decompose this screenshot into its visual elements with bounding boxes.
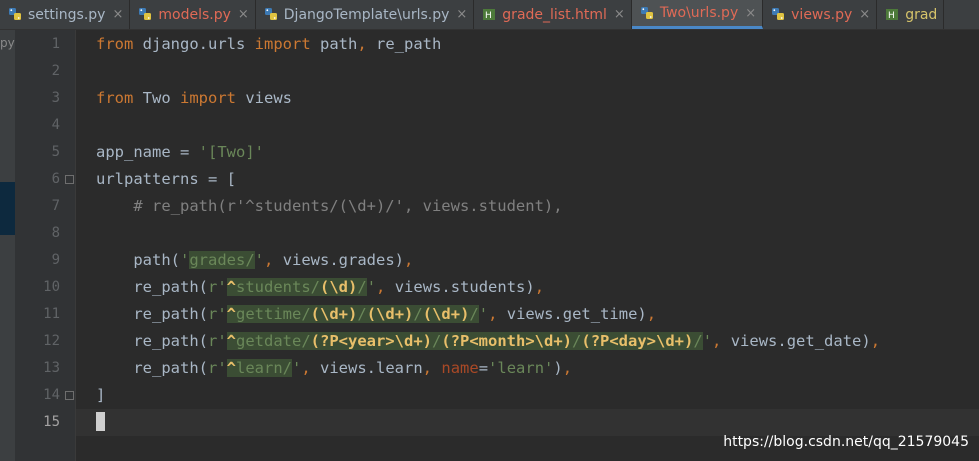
line-number: 8 — [51, 225, 60, 241]
line-number: 4 — [51, 117, 60, 133]
line-number: 2 — [51, 63, 60, 79]
code-line[interactable]: re_path(r'^students/(\d)/', views.studen… — [76, 274, 979, 301]
line-number: 12 — [43, 333, 60, 349]
close-icon[interactable]: × — [456, 7, 467, 22]
code-line[interactable]: ] — [76, 382, 979, 409]
code-text: re_path(r'^learn/', views.learn, name='l… — [96, 359, 573, 377]
svg-text:H: H — [485, 11, 492, 21]
project-selection-highlight — [0, 182, 15, 235]
line-number: 10 — [43, 279, 60, 295]
line-number-gutter: 1 2 3 4 5 6 7 8 9 10 11 12 13 14 15 — [15, 30, 76, 461]
close-icon[interactable]: × — [859, 7, 870, 22]
code-editor[interactable]: from django.urls import path, re_pathfro… — [76, 30, 979, 461]
close-icon[interactable]: × — [745, 6, 756, 21]
html-file-icon: H — [885, 7, 900, 22]
text-cursor — [96, 412, 105, 431]
code-line[interactable] — [76, 409, 979, 436]
code-text: re_path(r'^gettime/(\d+)/(\d+)/(\d+)/', … — [96, 305, 657, 323]
tab-grad[interactable]: Hgrad — [877, 0, 945, 29]
code-text: from django.urls import path, re_path — [96, 35, 442, 53]
close-icon[interactable]: × — [112, 7, 123, 22]
code-text: ] — [96, 386, 106, 404]
code-text: re_path(r'^students/(\d)/', views.studen… — [96, 278, 545, 296]
python-file-icon — [771, 7, 786, 22]
watermark: https://blog.csdn.net/qq_21579045 — [723, 434, 969, 450]
project-panel-label: py — [0, 36, 15, 50]
tab-views-py[interactable]: views.py × — [763, 0, 878, 29]
close-icon[interactable]: × — [238, 7, 249, 22]
code-text: path('grades/', views.grades), — [96, 251, 414, 269]
tab-models-py[interactable]: models.py × — [130, 0, 256, 29]
tab-djangotemplate-urls-py[interactable]: DjangoTemplate\urls.py × — [256, 0, 475, 29]
line-number: 7 — [51, 198, 60, 214]
tab-label: grade_list.html — [502, 6, 607, 23]
code-line[interactable]: from django.urls import path, re_path — [76, 31, 979, 58]
python-file-icon — [264, 7, 279, 22]
code-line[interactable]: re_path(r'^gettime/(\d+)/(\d+)/(\d+)/', … — [76, 301, 979, 328]
html-file-icon: H — [482, 7, 497, 22]
code-line[interactable]: re_path(r'^learn/', views.learn, name='l… — [76, 355, 979, 382]
fold-icon[interactable] — [65, 391, 74, 400]
tab-label: views.py — [791, 6, 853, 23]
code-text: from Two import views — [96, 89, 292, 107]
project-panel-edge: py — [0, 30, 15, 461]
tab-settings-py[interactable]: settings.py × — [0, 0, 131, 29]
code-line[interactable] — [76, 112, 979, 139]
fold-icon[interactable] — [65, 175, 74, 184]
code-text: urlpatterns = [ — [96, 170, 236, 188]
python-file-icon — [8, 7, 23, 22]
python-file-icon — [640, 6, 655, 21]
code-text: re_path(r'^getdate/(?P<year>\d+)/(?P<mon… — [96, 332, 881, 350]
editor-tab-bar: settings.py × models.py × DjangoTemplate\url… — [0, 0, 979, 30]
code-line[interactable] — [76, 220, 979, 247]
code-line[interactable] — [76, 58, 979, 85]
line-number: 1 — [51, 36, 60, 52]
svg-text:H: H — [888, 11, 895, 21]
code-line[interactable]: re_path(r'^getdate/(?P<year>\d+)/(?P<mon… — [76, 328, 979, 355]
close-icon[interactable]: × — [614, 7, 625, 22]
tab-label: Two\urls.py — [659, 5, 739, 21]
tab-label: settings.py — [28, 6, 106, 23]
code-line[interactable]: from Two import views — [76, 85, 979, 112]
code-text: app_name = '[Two]' — [96, 143, 264, 161]
code-text: # re_path(r'^students/(\d+)/', views.stu… — [96, 197, 563, 215]
tab-label: grad — [905, 6, 938, 23]
line-number: 11 — [43, 306, 60, 322]
code-line[interactable]: # re_path(r'^students/(\d+)/', views.stu… — [76, 193, 979, 220]
python-file-icon — [138, 7, 153, 22]
tab-grade-list-html[interactable]: Hgrade_list.html × — [474, 0, 632, 29]
tab-label: models.py — [158, 6, 231, 23]
line-number: 14 — [43, 387, 60, 403]
line-number: 5 — [51, 144, 60, 160]
line-number: 6 — [51, 171, 60, 187]
code-line[interactable]: app_name = '[Two]' — [76, 139, 979, 166]
code-line[interactable]: path('grades/', views.grades), — [76, 247, 979, 274]
code-line[interactable]: urlpatterns = [ — [76, 166, 979, 193]
line-number: 3 — [51, 90, 60, 106]
tab-label: DjangoTemplate\urls.py — [283, 6, 450, 23]
code-text — [96, 409, 105, 436]
line-number: 15 — [43, 414, 60, 430]
line-number: 9 — [51, 252, 60, 268]
tab-two-urls-py[interactable]: Two\urls.py × — [631, 0, 764, 29]
line-number: 13 — [43, 360, 60, 376]
